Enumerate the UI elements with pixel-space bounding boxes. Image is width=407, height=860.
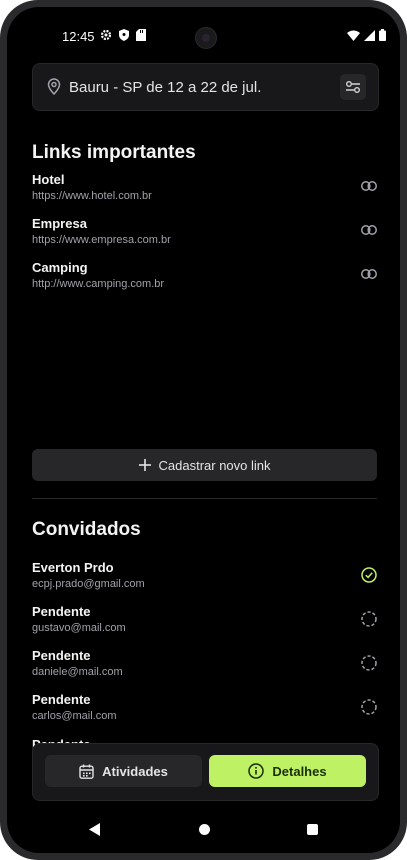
tab-details-label: Detalhes (272, 763, 327, 779)
system-navigation-bar (7, 815, 400, 845)
link-item-camping[interactable]: Camping http://www.camping.com.br (32, 260, 378, 296)
link-item-hotel[interactable]: Hotel https://www.hotel.com.br (32, 172, 378, 208)
calendar-icon (79, 764, 94, 779)
links-section-title: Links importantes (32, 142, 196, 163)
guest-item[interactable]: Everton Prdo ecpj.prado@gmail.com (32, 560, 378, 596)
guest-item[interactable]: Pendente gustavo@mail.com (32, 604, 378, 640)
trip-settings-button[interactable] (340, 74, 366, 100)
add-link-button[interactable]: Cadastrar novo link (32, 449, 377, 481)
section-divider (32, 498, 377, 499)
guest-email: daniele@mail.com (32, 666, 123, 678)
status-time: 12:45 (62, 29, 95, 44)
guest-email: gustavo@mail.com (32, 622, 126, 634)
sd-card-icon (136, 29, 146, 41)
status-icons (100, 29, 146, 41)
check-circle-icon[interactable] (360, 566, 378, 584)
signal-icon (364, 29, 375, 41)
dashed-circle-icon[interactable] (360, 610, 378, 628)
trip-location-card[interactable]: Bauru - SP de 12 a 22 de jul. (32, 63, 379, 111)
link-icon[interactable] (360, 177, 378, 195)
guest-email: ecpj.prado@gmail.com (32, 578, 145, 590)
guest-name: Pendente (32, 692, 91, 707)
battery-icon (379, 29, 386, 41)
bottom-tab-bar: Atividades Detalhes (32, 743, 379, 801)
link-url: https://www.empresa.com.br (32, 234, 171, 246)
guest-name: Pendente (32, 648, 91, 663)
sliders-icon (346, 81, 360, 93)
link-title: Hotel (32, 172, 65, 187)
status-bar: 12:45 (7, 7, 400, 49)
link-icon[interactable] (360, 265, 378, 283)
recent-apps-icon[interactable] (307, 824, 318, 835)
guest-item[interactable]: Pendente carlos@mail.com (32, 692, 378, 728)
trip-location-text: Bauru - SP de 12 a 22 de jul. (69, 79, 262, 96)
info-icon (248, 763, 265, 779)
add-link-label: Cadastrar novo link (158, 457, 271, 473)
home-icon[interactable] (199, 824, 210, 835)
link-url: http://www.camping.com.br (32, 278, 165, 290)
settings-gear-icon (100, 29, 112, 41)
system-status-icons (347, 29, 386, 41)
front-camera (195, 27, 217, 49)
link-title: Camping (32, 260, 88, 275)
dashed-circle-icon[interactable] (360, 698, 378, 716)
guest-name: Pendente (32, 604, 91, 619)
guests-section-title: Convidados (32, 519, 141, 540)
map-pin-icon (47, 78, 61, 95)
guest-name: Everton Prdo (32, 560, 114, 575)
wifi-icon (347, 30, 360, 41)
tab-details[interactable]: Detalhes (209, 755, 366, 787)
link-title: Empresa (32, 216, 87, 231)
tab-activities[interactable]: Atividades (45, 755, 202, 787)
tab-activities-label: Atividades (102, 763, 168, 779)
dashed-circle-icon[interactable] (360, 654, 378, 672)
guest-item[interactable]: Pendente daniele@mail.com (32, 648, 378, 684)
link-url: https://www.hotel.com.br (32, 190, 152, 202)
app-screen: 12:45 Bauru - SP de 12 a 22 de jul. Link… (7, 7, 400, 853)
link-icon[interactable] (360, 221, 378, 239)
shield-icon (119, 29, 129, 41)
plus-icon (138, 459, 151, 471)
phone-frame: 12:45 Bauru - SP de 12 a 22 de jul. Link… (0, 0, 407, 860)
link-item-empresa[interactable]: Empresa https://www.empresa.com.br (32, 216, 378, 252)
guest-email: carlos@mail.com (32, 710, 117, 722)
back-icon[interactable] (89, 823, 101, 836)
